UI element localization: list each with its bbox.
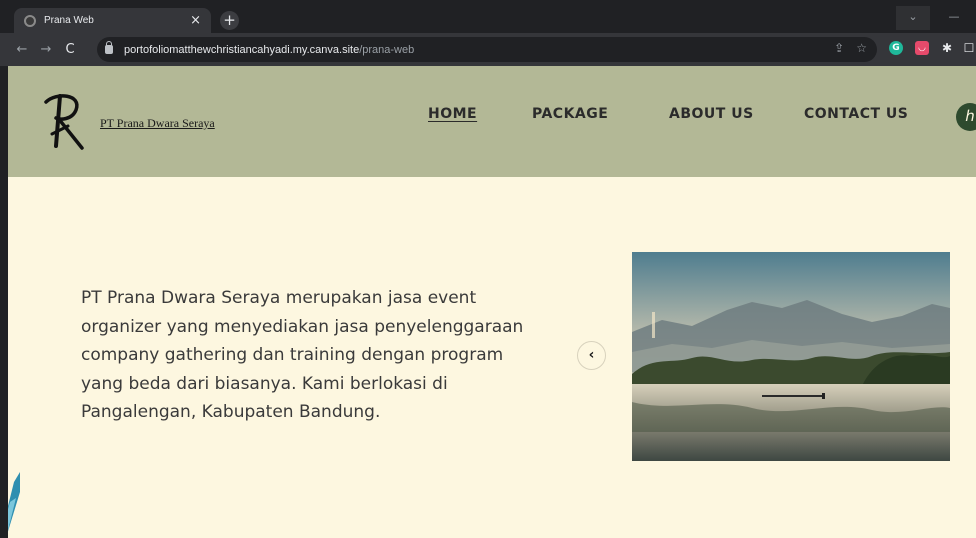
forward-icon[interactable]: → [34, 42, 58, 57]
pocket-extension-icon[interactable]: ◡ [915, 41, 929, 55]
browser-tabstrip: Prana Web × + ⌄ — [0, 0, 976, 33]
extensions-puzzle-icon[interactable]: ✱ [940, 41, 954, 55]
tab-favicon-icon [24, 14, 36, 27]
lock-icon[interactable] [105, 41, 113, 54]
back-icon[interactable]: ← [10, 42, 34, 57]
carousel-prev-button[interactable]: ‹ [577, 341, 606, 370]
side-panel-icon[interactable]: ☐ [962, 41, 976, 55]
minimize-icon[interactable]: — [932, 6, 976, 30]
site-header: PT Prana Dwara Seraya HOME PACKAGE ABOUT… [8, 66, 976, 177]
grammarly-extension-icon[interactable]: G [889, 41, 903, 55]
bookmark-star-icon[interactable]: ☆ [856, 41, 867, 55]
nav-about-us[interactable]: ABOUT US [669, 106, 754, 122]
nav-package[interactable]: PACKAGE [532, 106, 608, 122]
browser-tab[interactable]: Prana Web × [14, 8, 211, 33]
side-ornament-icon [8, 472, 20, 532]
web-page: PT Prana Dwara Seraya HOME PACKAGE ABOUT… [8, 66, 976, 538]
tab-close-icon[interactable]: × [190, 14, 201, 27]
brand-name-link[interactable]: PT Prana Dwara Seraya [100, 116, 215, 131]
url-path: /prana-web [359, 43, 415, 56]
browser-toolbar: ← → C portofoliomatthewchristiancahyadi.… [0, 33, 976, 66]
nav-contact-us[interactable]: CONTACT US [804, 106, 908, 122]
logo-icon[interactable] [42, 90, 90, 150]
lake-landscape-photo [632, 252, 950, 461]
nav-home[interactable]: HOME [428, 106, 477, 122]
share-icon[interactable]: ⇪ [834, 41, 844, 55]
tab-search-icon[interactable]: ⌄ [896, 6, 930, 30]
url-host: portofoliomatthewchristiancahyadi.my.can… [124, 43, 360, 56]
tab-title: Prana Web [44, 15, 94, 26]
company-description: PT Prana Dwara Seraya merupakan jasa eve… [81, 288, 524, 422]
reload-icon[interactable]: C [58, 42, 82, 57]
secondary-logo-icon[interactable]: ℎ [956, 103, 976, 131]
address-bar[interactable]: portofoliomatthewchristiancahyadi.my.can… [97, 37, 877, 62]
new-tab-button[interactable]: + [220, 11, 239, 30]
